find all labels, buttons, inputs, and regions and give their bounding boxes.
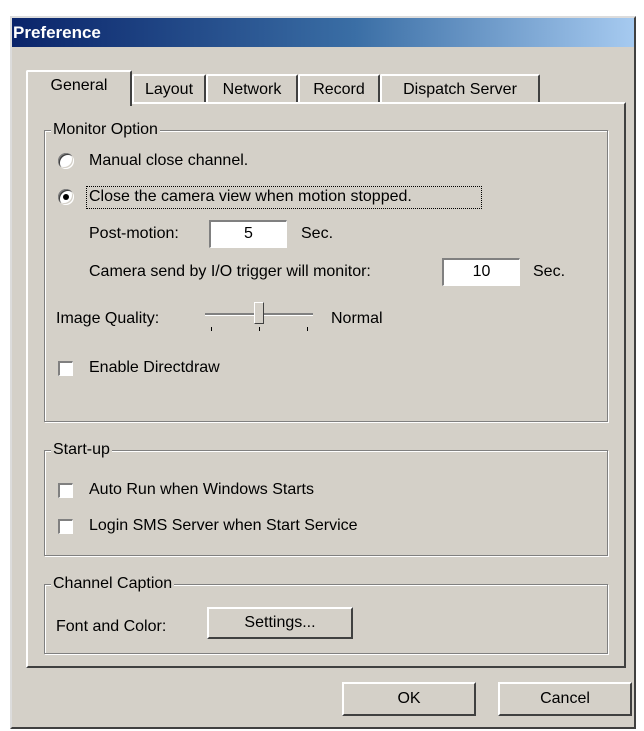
title-bar[interactable]: Preference — [12, 18, 634, 47]
startup-group: Start-up Auto Run when Windows Starts Lo… — [44, 440, 608, 556]
tab-dispatch-server[interactable]: Dispatch Server — [380, 74, 540, 104]
post-motion-label: Post-motion: — [89, 225, 179, 242]
directdraw-label[interactable]: Enable Directdraw — [89, 358, 220, 378]
tab-layout-label: Layout — [144, 81, 194, 98]
tab-record[interactable]: Record — [298, 74, 380, 104]
channel-caption-title: Channel Caption — [51, 574, 175, 594]
io-trigger-input[interactable]: 10 — [442, 258, 520, 286]
tab-record-label: Record — [313, 81, 365, 98]
tab-network[interactable]: Network — [206, 74, 298, 104]
preference-dialog: Preference General Layout Network Record… — [10, 16, 636, 729]
io-trigger-label: Camera send by I/O trigger will monitor: — [89, 263, 371, 280]
post-motion-input[interactable]: 5 — [209, 220, 287, 248]
tab-layout[interactable]: Layout — [132, 74, 206, 104]
tab-general[interactable]: General — [26, 70, 132, 106]
monitor-option-title: Monitor Option — [51, 120, 160, 140]
manual-close-radio[interactable] — [58, 153, 74, 169]
login-sms-checkbox[interactable] — [58, 519, 73, 534]
login-sms-label[interactable]: Login SMS Server when Start Service — [89, 516, 358, 536]
post-motion-unit: Sec. — [301, 225, 334, 242]
image-quality-label: Image Quality: — [56, 310, 160, 327]
slider-tick — [307, 327, 308, 331]
radio-selected-dot — [63, 194, 69, 200]
window-title: Preference — [13, 23, 101, 42]
channel-caption-group: Channel Caption Font and Color: Settings… — [44, 574, 608, 654]
tab-network-label: Network — [222, 81, 282, 98]
directdraw-checkbox[interactable] — [58, 361, 73, 376]
image-quality-slider[interactable] — [205, 299, 317, 333]
auto-run-checkbox[interactable] — [58, 483, 73, 498]
image-quality-value: Normal — [331, 310, 383, 327]
general-tab-panel: Monitor Option Manual close channel. Clo… — [26, 102, 626, 668]
ok-button[interactable]: OK — [342, 682, 476, 716]
tab-dispatch-server-label: Dispatch Server — [403, 81, 517, 98]
monitor-option-group: Monitor Option Manual close channel. Clo… — [44, 120, 608, 422]
manual-close-label[interactable]: Manual close channel. — [89, 151, 248, 171]
slider-thumb[interactable] — [254, 302, 264, 324]
close-when-stopped-radio[interactable] — [58, 189, 74, 205]
close-when-stopped-label[interactable]: Close the camera view when motion stoppe… — [89, 187, 412, 207]
settings-button[interactable]: Settings... — [207, 607, 353, 639]
startup-title: Start-up — [51, 440, 112, 460]
slider-tick — [211, 327, 212, 331]
io-trigger-unit: Sec. — [533, 263, 566, 280]
auto-run-label[interactable]: Auto Run when Windows Starts — [89, 480, 314, 500]
slider-tick — [259, 327, 260, 331]
font-color-label: Font and Color: — [56, 618, 167, 635]
tab-general-label: General — [50, 77, 108, 94]
cancel-button[interactable]: Cancel — [498, 682, 632, 716]
